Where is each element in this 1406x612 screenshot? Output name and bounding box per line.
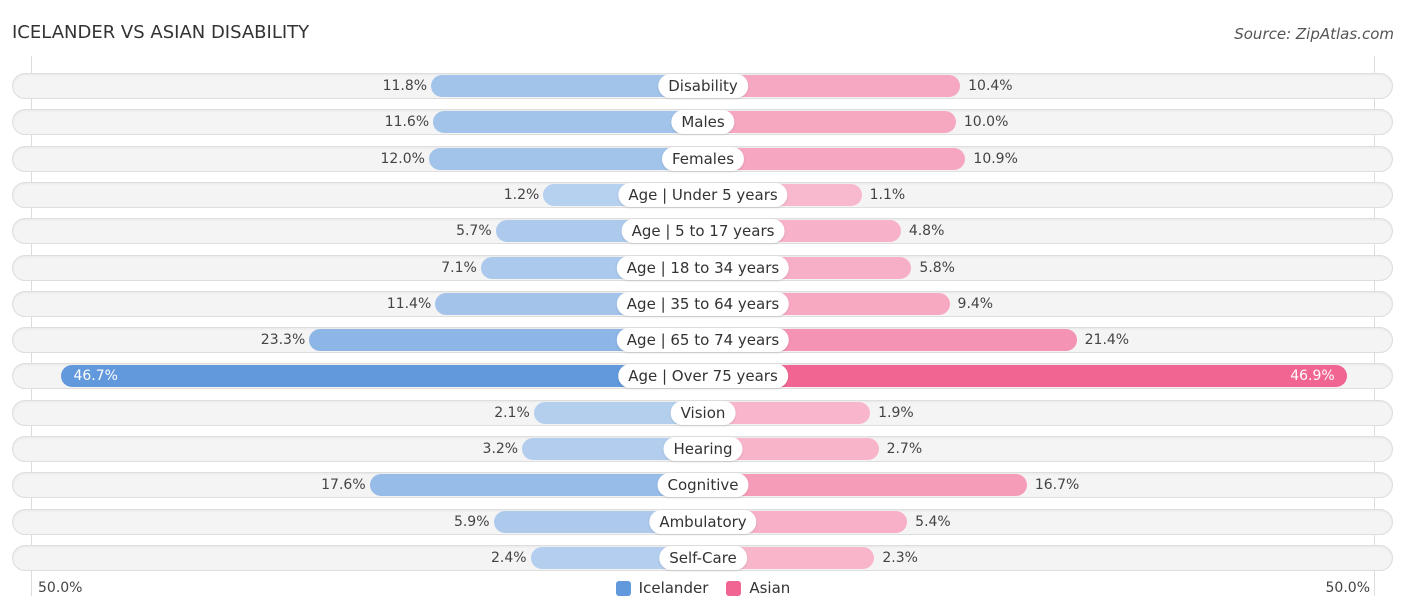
value-asian-age-5-to-17-years: 4.8% xyxy=(908,223,945,239)
value-icelander-ambulatory: 5.9% xyxy=(453,514,490,530)
legend-label-icelander: Icelander xyxy=(638,579,709,597)
bar-icelander-cognitive[interactable] xyxy=(369,474,703,496)
value-asian-age-over-75-years: 46.9% xyxy=(1290,368,1335,384)
category-label-age-over-75-years: Age | Over 75 years xyxy=(618,364,788,388)
category-label-age-18-to-34-years: Age | 18 to 34 years xyxy=(616,256,790,280)
category-label-ambulatory: Ambulatory xyxy=(649,510,757,534)
chart-title: ICELANDER VS ASIAN DISABILITY xyxy=(12,22,310,43)
bar-asian-males[interactable] xyxy=(703,111,956,133)
value-icelander-age-5-to-17-years: 5.7% xyxy=(456,223,492,239)
value-icelander-males: 11.6% xyxy=(384,114,430,130)
value-asian-males: 10.0% xyxy=(963,114,1009,130)
bar-asian-cognitive[interactable] xyxy=(703,474,1027,496)
legend-swatch-asian xyxy=(726,580,742,596)
legend-item-asian[interactable]: Asian xyxy=(726,579,790,597)
category-label-females: Females xyxy=(661,147,745,171)
source-credit: Source: ZipAtlas.com xyxy=(1234,25,1394,43)
value-asian-females: 10.9% xyxy=(973,151,1018,167)
value-icelander-hearing: 3.2% xyxy=(482,441,519,457)
value-icelander-cognitive: 17.6% xyxy=(321,477,366,493)
value-icelander-females: 12.0% xyxy=(380,151,425,167)
bar-icelander-age-over-75-years[interactable] xyxy=(61,365,703,387)
value-asian-cognitive: 16.7% xyxy=(1034,477,1080,493)
value-asian-self-care: 2.3% xyxy=(882,550,918,566)
category-label-age-35-to-64-years: Age | 35 to 64 years xyxy=(616,292,790,316)
legend-swatch-icelander xyxy=(615,580,631,596)
value-asian-ambulatory: 5.4% xyxy=(915,514,951,530)
value-asian-hearing: 2.7% xyxy=(886,441,923,457)
value-asian-age-65-to-74-years: 21.4% xyxy=(1084,332,1130,348)
category-label-age-5-to-17-years: Age | 5 to 17 years xyxy=(621,219,785,243)
category-label-self-care: Self-Care xyxy=(659,546,747,570)
value-icelander-self-care: 2.4% xyxy=(491,550,527,566)
legend-item-icelander[interactable]: Icelander xyxy=(615,579,709,597)
value-icelander-age-over-75-years: 46.7% xyxy=(73,368,118,384)
bar-asian-age-over-75-years[interactable] xyxy=(703,365,1347,387)
value-asian-age-18-to-34-years: 5.8% xyxy=(919,260,955,276)
category-label-disability: Disability xyxy=(658,74,748,98)
category-label-age-under-5-years: Age | Under 5 years xyxy=(618,183,788,207)
value-icelander-age-35-to-64-years: 11.4% xyxy=(386,296,432,312)
value-icelander-age-18-to-34-years: 7.1% xyxy=(441,260,477,276)
category-label-hearing: Hearing xyxy=(663,437,743,461)
bar-icelander-males[interactable] xyxy=(433,111,703,133)
category-label-males: Males xyxy=(671,110,735,134)
legend-label-asian: Asian xyxy=(749,579,791,597)
value-icelander-age-65-to-74-years: 23.3% xyxy=(260,332,306,348)
category-label-age-65-to-74-years: Age | 65 to 74 years xyxy=(616,328,790,352)
value-asian-age-under-5-years: 1.1% xyxy=(869,187,906,203)
category-label-vision: Vision xyxy=(670,401,736,425)
legend: Icelander Asian xyxy=(0,579,1406,597)
value-asian-vision: 1.9% xyxy=(878,405,914,421)
category-label-cognitive: Cognitive xyxy=(657,473,749,497)
value-icelander-disability: 11.8% xyxy=(382,78,428,94)
value-asian-disability: 10.4% xyxy=(968,78,1013,94)
value-icelander-vision: 2.1% xyxy=(494,405,530,421)
value-asian-age-35-to-64-years: 9.4% xyxy=(957,296,994,312)
value-icelander-age-under-5-years: 1.2% xyxy=(503,187,540,203)
